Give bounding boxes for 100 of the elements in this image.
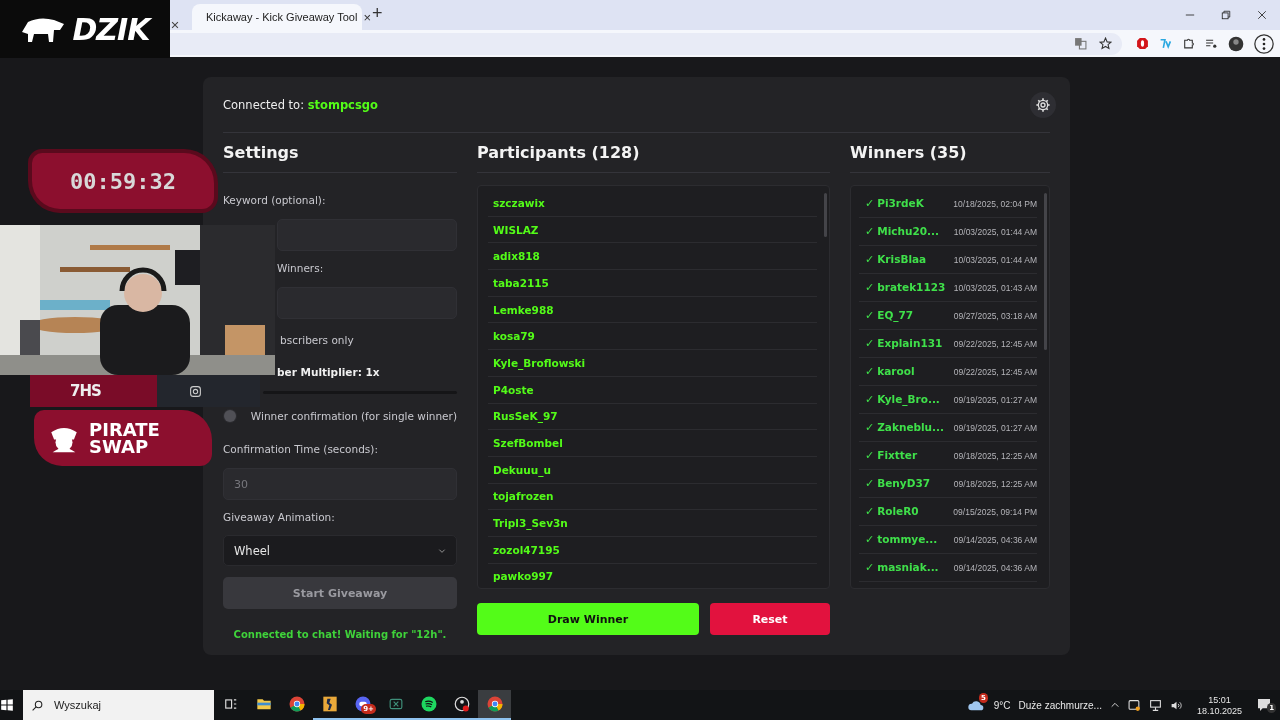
connection-text: Connected to: stompcsgo xyxy=(223,97,378,112)
new-tab-button[interactable]: + xyxy=(372,3,383,24)
toggle-switch[interactable] xyxy=(223,409,237,423)
win-time: 09/27/2025, 03:18 AM xyxy=(953,310,1037,321)
participant-name[interactable]: SzefBombel xyxy=(493,437,563,450)
participant-name[interactable]: Kyle_Broflowski xyxy=(493,356,586,369)
close-icon xyxy=(1257,10,1267,20)
tray-app-icon xyxy=(1127,698,1141,712)
folder-icon xyxy=(254,696,273,712)
participant-name[interactable]: tojafrozen xyxy=(493,490,554,503)
win-time: 09/18/2025, 12:25 AM xyxy=(953,478,1037,489)
chevron-down-icon xyxy=(438,546,446,555)
field-label: Keyword (optional): xyxy=(223,193,327,207)
win-time: 09/22/2025, 12:45 AM xyxy=(953,338,1037,349)
search-icon xyxy=(31,698,44,712)
gear-icon xyxy=(1035,96,1051,113)
participant-name[interactable]: Dekuuu_u xyxy=(493,463,551,476)
winner-name: ✓ KrisBlaa xyxy=(865,253,927,266)
status-text: Connected to chat! Waiting for "12h". xyxy=(232,629,448,640)
winner-name: ✓ RoleR0 xyxy=(865,505,919,518)
participants-title: Participants (128) xyxy=(477,141,830,173)
avatar-icon xyxy=(1228,35,1244,52)
tab-close[interactable]: × xyxy=(363,10,371,24)
record-icon xyxy=(452,695,471,713)
menu-icon xyxy=(1254,33,1274,54)
settings-button[interactable] xyxy=(1030,91,1056,118)
win-time: 10/03/2025, 01:44 AM xyxy=(953,254,1037,265)
search-input[interactable]: Wyszukaj xyxy=(52,698,192,712)
win-time: 09/14/2025, 04:36 AM xyxy=(953,534,1037,545)
game-icon xyxy=(321,694,338,714)
win-time: 09/15/2025, 09:14 PM xyxy=(953,506,1037,517)
participant-name[interactable]: RusSeK_97 xyxy=(493,410,558,423)
winner-name: ✓ karool xyxy=(865,365,915,378)
search-field[interactable]: Wyszukaj xyxy=(23,690,214,720)
scrollbar[interactable] xyxy=(824,193,827,237)
winner-name: ✓ EQ_77 xyxy=(865,309,914,322)
close-icon xyxy=(170,20,180,30)
taskbar-app[interactable] xyxy=(478,690,511,720)
winner-name: ✓ masniak... xyxy=(865,561,939,574)
participant-name[interactable]: P4oste xyxy=(493,383,534,396)
weather-text: Duże zachmurze... xyxy=(1018,699,1102,711)
winner-name: ✓ Zakneblu... xyxy=(865,421,945,434)
translate-icon xyxy=(1074,37,1087,50)
participant-name[interactable]: WISLAZ xyxy=(493,223,539,236)
participant-name[interactable]: Lemke988 xyxy=(493,303,554,316)
field-label: Giveaway Animation: xyxy=(223,510,336,524)
winners-title: Winners (35) xyxy=(850,141,1050,173)
winner-name: ✓ Kyle_Bro... xyxy=(865,393,940,406)
win-time: 10/03/2025, 01:44 AM xyxy=(953,226,1037,237)
participant-name[interactable]: taba2115 xyxy=(493,276,549,289)
winner-name: ✓ Fixtter xyxy=(865,449,918,462)
draw-winner-button[interactable]: Draw Winner xyxy=(477,603,699,635)
win-time: 09/14/2025, 04:36 AM xyxy=(953,562,1037,573)
scrollbar[interactable] xyxy=(1044,193,1047,350)
win-time: 10/18/2025, 02:04 PM xyxy=(953,198,1037,209)
reset-button[interactable]: Reset xyxy=(710,603,830,635)
stream-timer: 00:59:32 xyxy=(70,168,176,194)
winner-name: ✓ tommye... xyxy=(865,533,938,546)
network-icon xyxy=(1148,698,1162,712)
chevron-up-icon xyxy=(1109,700,1120,710)
animation-select[interactable]: Wheel xyxy=(223,535,457,566)
win-time: 09/22/2025, 12:45 AM xyxy=(953,366,1037,377)
multiplier-label: ber Multiplier: 1x xyxy=(276,365,381,379)
winner-name: ✓ Explain131 xyxy=(865,337,943,350)
toggle-label: bscribers only xyxy=(279,333,355,347)
winner-name: ✓ Michu20... xyxy=(865,225,940,238)
camera-icon xyxy=(188,384,202,398)
extension-icon xyxy=(1159,37,1172,50)
tab-title: Kickaway - Kick Giveaway Tool xyxy=(206,11,358,23)
confirmation-time-field[interactable]: 30 xyxy=(223,468,457,500)
winner-name: ✓ bratek1123 xyxy=(865,281,946,294)
windows-icon xyxy=(0,698,14,712)
temperature-text: 9°C xyxy=(993,699,1011,711)
win-time: 10/03/2025, 01:43 AM xyxy=(953,282,1037,293)
participant-name[interactable]: kosa79 xyxy=(493,330,535,343)
social-logo: 7HS xyxy=(70,382,101,400)
restore-icon xyxy=(1221,10,1231,20)
settings-title: Settings xyxy=(223,141,457,173)
media-icon xyxy=(1205,37,1218,50)
chrome-icon xyxy=(287,695,306,713)
win-time: 09/19/2025, 01:27 AM xyxy=(953,394,1037,405)
task-view-icon xyxy=(223,697,238,711)
win-time: 09/19/2025, 01:27 AM xyxy=(953,422,1037,433)
winner-name: ✓ Pi3rdeK xyxy=(865,197,924,210)
win-time: 09/18/2025, 12:25 AM xyxy=(953,450,1037,461)
winner-name: ✓ BenyD37 xyxy=(865,477,930,490)
music-icon xyxy=(419,695,438,713)
field-label: Winners: xyxy=(276,261,325,275)
stream-logo: DZIK xyxy=(72,11,150,47)
participant-name[interactable]: Tripl3_Sev3n xyxy=(493,517,568,530)
participant-name[interactable]: szczawix xyxy=(493,196,545,209)
toggle-label: Winner confirmation (for single winner) xyxy=(250,410,457,422)
puzzle-icon xyxy=(1182,37,1195,50)
participant-name[interactable]: adix818 xyxy=(493,250,540,263)
star-icon xyxy=(1099,37,1112,50)
participant-name[interactable]: pawko997 xyxy=(493,570,554,583)
chrome-icon xyxy=(485,695,504,713)
participant-name[interactable]: zozol47195 xyxy=(493,543,560,556)
clock-date: 18.10.2025 xyxy=(1196,705,1242,716)
field-label: Confirmation Time (seconds): xyxy=(223,442,379,456)
